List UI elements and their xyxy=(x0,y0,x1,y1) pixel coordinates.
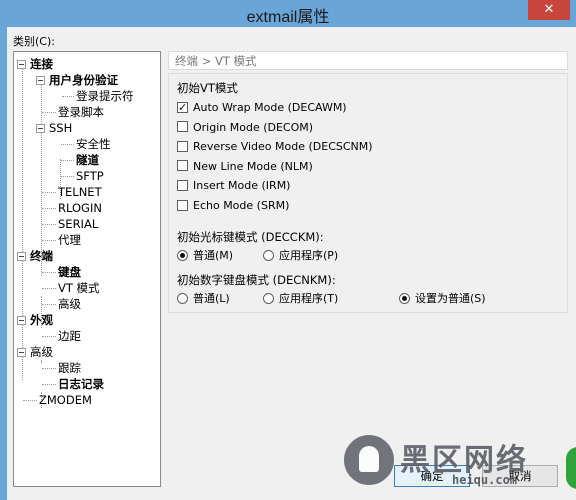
tree-item-terminal[interactable]: 终端 xyxy=(17,248,53,264)
watermark: 黑区网络 heiqu.com xyxy=(344,433,576,500)
tree-line xyxy=(61,176,74,177)
tree-item-margin[interactable]: 边距 xyxy=(58,328,81,344)
radio-dot xyxy=(177,292,188,304)
radio-dot xyxy=(177,249,188,261)
watermark-url: heiqu.com xyxy=(452,473,518,487)
mushroom-logo-icon xyxy=(344,435,394,485)
tree-item-ssh[interactable]: SSH xyxy=(36,120,72,136)
vt-option-label: Origin Mode (DECOM) xyxy=(193,120,314,134)
keypad-app-radio[interactable]: 应用程序(T) xyxy=(263,292,338,305)
checkbox-box xyxy=(177,179,188,191)
tree-line xyxy=(41,360,42,362)
collapse-icon[interactable] xyxy=(17,315,26,325)
tree-line xyxy=(22,64,23,380)
keypad-set-normal-radio[interactable]: 设置为普通(S) xyxy=(399,292,486,305)
tree-line xyxy=(42,208,56,209)
collapse-icon[interactable] xyxy=(36,75,45,85)
tree-item-login-prompt[interactable]: 登录提示符 xyxy=(76,88,134,104)
tree-item-user-auth[interactable]: 用户身份验证 xyxy=(36,72,118,88)
collapse-icon[interactable] xyxy=(17,347,26,357)
vt-option-label: New Line Mode (NLM) xyxy=(193,159,313,173)
tree-line xyxy=(42,368,56,369)
tree-item-rlogin[interactable]: RLOGIN xyxy=(58,200,102,216)
vt-mode-panel: 初始VT模式 Auto Wrap Mode (DECAWM) Origin Mod… xyxy=(168,73,568,313)
cursor-normal-radio[interactable]: 普通(M) xyxy=(177,249,233,262)
radio-dot xyxy=(399,292,410,304)
tree-line xyxy=(62,96,74,97)
checkbox-box xyxy=(177,199,188,211)
tree-line xyxy=(42,224,56,225)
tree-line xyxy=(42,288,56,289)
vt-option-label: Echo Mode (SRM) xyxy=(193,199,290,212)
close-button[interactable]: ✕ xyxy=(528,0,570,20)
radio-dot xyxy=(263,292,274,304)
tree-item-log[interactable]: 日志记录 xyxy=(58,376,104,392)
vt-option-checkbox[interactable]: Insert Mode (IRM) xyxy=(177,179,290,192)
tree-item-security[interactable]: 安全性 xyxy=(76,136,111,152)
tree-line xyxy=(61,144,74,145)
tree-item-keyboard[interactable]: 键盘 xyxy=(58,264,81,280)
tree-item-login-script[interactable]: 登录脚本 xyxy=(58,104,104,120)
tree-item-trace[interactable]: 跟踪 xyxy=(58,360,81,376)
tree-item-terminal-advanced[interactable]: 高级 xyxy=(58,296,81,312)
checkbox-box xyxy=(177,121,188,133)
tree-item-appearance[interactable]: 外观 xyxy=(17,312,53,328)
init-vt-label: 初始VT模式 xyxy=(177,81,238,95)
tree-line xyxy=(42,272,56,273)
category-tree[interactable]: 连接 用户身份验证 登录提示符 登录脚本 SSH 安全性 隧道 SFTP TEL… xyxy=(13,51,161,487)
green-badge-icon xyxy=(566,447,576,489)
title-bar: extmail属性 ✕ xyxy=(0,0,576,26)
cursor-app-radio[interactable]: 应用程序(P) xyxy=(263,249,338,262)
close-icon: ✕ xyxy=(543,2,555,17)
vt-option-label: Auto Wrap Mode (DECAWM) xyxy=(193,101,347,114)
tree-line xyxy=(42,384,56,385)
tree-item-sftp[interactable]: SFTP xyxy=(76,168,104,184)
tree-item-telnet[interactable]: TELNET xyxy=(58,184,102,200)
tree-item-vt-mode[interactable]: VT 模式 xyxy=(58,280,100,296)
tree-line xyxy=(42,304,56,305)
tree-line xyxy=(42,336,56,337)
dialog-client: 类别(C): 连接 用户身份验证 登录提示符 登录脚本 SSH 安全性 隧道 S… xyxy=(7,27,576,500)
window-title: extmail属性 xyxy=(246,9,330,26)
tree-line xyxy=(42,240,56,241)
vt-option-checkbox[interactable]: Reverse Video Mode (DECSCNM) xyxy=(177,140,373,153)
tree-line xyxy=(61,160,74,161)
vt-option-label: Insert Mode (IRM) xyxy=(193,179,291,193)
radio-dot xyxy=(263,249,274,261)
vt-option-checkbox[interactable]: New Line Mode (NLM) xyxy=(177,160,313,173)
tree-item-zmodem[interactable]: ZMODEM xyxy=(39,392,92,408)
collapse-icon[interactable] xyxy=(36,123,45,133)
keypad-normal-radio[interactable]: 普通(L) xyxy=(177,292,230,305)
cursor-mode-label: 初始光标键模式 (DECCKM): xyxy=(177,230,324,244)
vt-option-checkbox[interactable]: Auto Wrap Mode (DECAWM) xyxy=(177,101,347,114)
checkbox-box xyxy=(177,101,188,114)
category-label: 类别(C): xyxy=(13,35,55,48)
vt-option-checkbox[interactable]: Echo Mode (SRM) xyxy=(177,199,289,212)
keypad-mode-label: 初始数字键盘模式 (DECNKM): xyxy=(177,273,336,287)
vt-option-label: Reverse Video Mode (DECSCNM) xyxy=(193,140,373,154)
checkbox-box xyxy=(177,160,188,172)
tree-item-proxy[interactable]: 代理 xyxy=(58,232,81,248)
tree-line xyxy=(41,80,42,276)
tree-line xyxy=(23,400,37,401)
tree-line xyxy=(42,192,56,193)
tree-item-tunnel[interactable]: 隧道 xyxy=(76,152,99,168)
collapse-icon[interactable] xyxy=(17,251,26,261)
tree-line xyxy=(42,112,56,113)
tree-item-serial[interactable]: SERIAL xyxy=(58,216,98,232)
page-breadcrumb: 终端 > VT 模式 xyxy=(168,51,568,70)
checkbox-box xyxy=(177,140,188,152)
tree-item-advanced[interactable]: 高级 xyxy=(17,344,53,360)
collapse-icon[interactable] xyxy=(17,59,26,69)
tree-item-connect[interactable]: 连接 xyxy=(17,56,53,72)
vt-option-checkbox[interactable]: Origin Mode (DECOM) xyxy=(177,121,313,134)
